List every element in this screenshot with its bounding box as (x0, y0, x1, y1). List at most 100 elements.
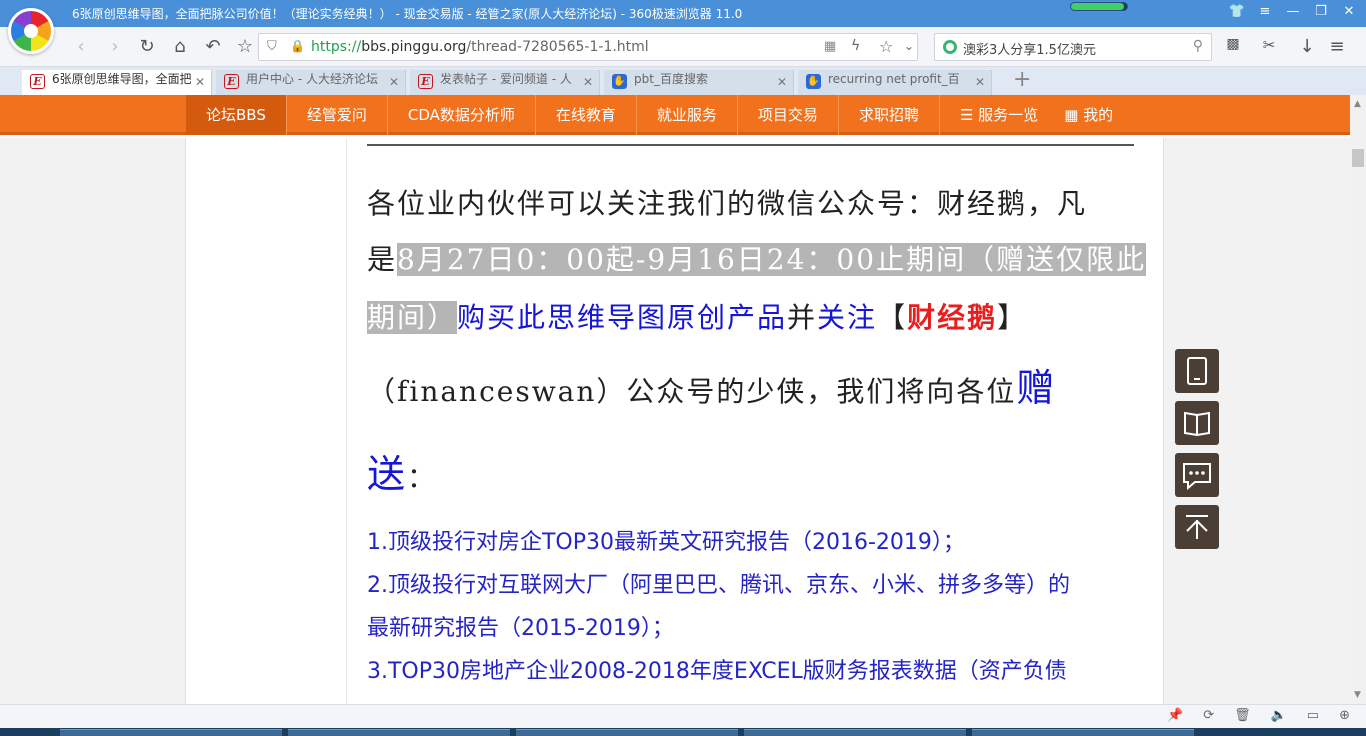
nav-mine[interactable]: ▦ 我的 (1058, 95, 1133, 135)
article-line-5: 送： (367, 452, 438, 496)
search-box[interactable]: 澳彩3人分享1.5亿澳元 ⚲ (934, 33, 1212, 61)
nav-cda[interactable]: CDA数据分析师 (386, 95, 535, 135)
shield-icon[interactable]: ⛉ (267, 39, 277, 54)
tab-label: pbt_百度搜索 (634, 72, 708, 86)
nav-bbs[interactable]: 论坛BBS (186, 95, 286, 135)
refresh-circle-icon[interactable]: ⟳ (1203, 708, 1214, 723)
trash-icon[interactable]: 🗑 (1234, 708, 1251, 723)
nav-project-trade[interactable]: 项目交易 (736, 95, 838, 135)
article-line-4: （financeswan）公众号的少侠，我们将向各位赠 (367, 366, 1057, 410)
reload-icon[interactable]: ↻ (136, 36, 158, 57)
tab-1[interactable]: E 用户中心 - 人大经济论坛 ✕ (216, 70, 406, 95)
taskbar-item[interactable] (972, 729, 1194, 736)
list-icon: ☰ (959, 106, 979, 124)
back-icon[interactable]: ‹ (70, 36, 92, 57)
taskbar-item[interactable] (60, 729, 282, 736)
address-bar[interactable]: ⛉ 🔒 https://bbs.pinggu.org/thread-728056… (258, 33, 918, 61)
volume-icon[interactable]: 🔈 (1271, 708, 1287, 723)
article-line-3: 期间）购买此思维导图原创产品并关注【财经鹅】 (367, 301, 1028, 334)
close-tab-icon[interactable]: ✕ (578, 75, 593, 89)
url-text[interactable]: https://bbs.pinggu.org/thread-7280565-1-… (311, 39, 649, 55)
window-icon[interactable]: ▭ (1307, 708, 1319, 723)
author-column (186, 138, 347, 704)
scroll-up-icon[interactable]: ▲ (1354, 99, 1361, 109)
tab-2[interactable]: E 发表帖子 - 爱问频道 - 人 ✕ (410, 70, 600, 95)
close-tab-icon[interactable]: ✕ (190, 75, 205, 89)
book-icon (1184, 411, 1210, 437)
menu-icon[interactable]: ≡ (1256, 4, 1274, 19)
taskbar-item[interactable] (744, 729, 966, 736)
home-icon[interactable]: ⌂ (169, 36, 191, 57)
search-icon[interactable]: ⚲ (1193, 38, 1203, 54)
chevron-down-icon[interactable]: ⌄ (904, 39, 914, 53)
chat-icon (1183, 463, 1211, 491)
maximize-button[interactable]: ❐ (1312, 4, 1330, 19)
window-titlebar: 6张原创思维导图，全面把脉公司价值！（理论实务经典！） - 现金交易版 - 经管… (0, 0, 1366, 27)
tab-label: 发表帖子 - 爱问频道 - 人 (440, 72, 572, 86)
back-to-top-icon (1186, 515, 1208, 539)
search-input[interactable]: 澳彩3人分享1.5亿澳元 (963, 39, 1096, 58)
scissors-icon[interactable]: ✂ (1258, 36, 1280, 54)
search-engine-icon[interactable] (943, 40, 957, 54)
os-taskbar (0, 728, 1366, 736)
apps-icon[interactable]: ▩ (1222, 36, 1244, 52)
close-tab-icon[interactable]: ✕ (772, 75, 787, 89)
gift-list-item: 1.顶级投行对房企TOP30最新英文研究报告（2016-2019）； (367, 530, 965, 555)
page-scrollbar[interactable]: ▲ ▼ (1350, 95, 1366, 704)
grid-icon: ▦ (1064, 106, 1084, 124)
main-menu-icon[interactable]: ≡ (1326, 36, 1348, 57)
site-favicon-icon: E (418, 74, 433, 89)
forward-icon[interactable]: › (104, 36, 126, 57)
favorite-icon[interactable]: ☆ (234, 36, 256, 57)
baidu-paw-icon: ✋ (612, 74, 627, 89)
close-tab-icon[interactable]: ✕ (384, 75, 399, 89)
qr-code-icon[interactable]: ▦ (824, 39, 836, 54)
loading-progress (1070, 2, 1128, 11)
undo-close-icon[interactable]: ↶ (202, 36, 224, 57)
navigation-bar: ‹ › ↻ ⌂ ↶ ☆ ⛉ 🔒 https://bbs.pinggu.org/t… (0, 27, 1366, 67)
site-favicon-icon: E (30, 74, 45, 89)
bookmark-star-icon[interactable]: ☆ (879, 37, 893, 56)
skin-icon[interactable]: 👕 (1228, 4, 1246, 19)
window-controls: 👕 ≡ — ❐ ✕ (1228, 4, 1358, 19)
mobile-view-button[interactable] (1175, 349, 1219, 393)
read-mode-button[interactable] (1175, 401, 1219, 445)
minimize-button[interactable]: — (1284, 4, 1302, 19)
site-nav-bar: 论坛BBS 经管爱问 CDA数据分析师 在线教育 就业服务 项目交易 求职招聘 … (0, 95, 1366, 135)
nav-services[interactable]: ☰ 服务一览 (938, 95, 1058, 135)
site-favicon-icon: E (224, 74, 239, 89)
scroll-thumb[interactable] (1352, 149, 1364, 167)
post-panel: 各位业内伙伴可以关注我们的微信公众号：财经鹅，凡 是8月27日0：00起-9月1… (185, 138, 1164, 704)
lightning-icon[interactable]: ϟ (851, 38, 860, 54)
zoom-icon[interactable]: ⊕ (1339, 708, 1350, 723)
nav-online-education[interactable]: 在线教育 (534, 95, 636, 135)
article-line-2: 是8月27日0：00起-9月16日24：00止期间（赠送仅限此 (367, 243, 1147, 276)
new-tab-button[interactable]: + (1013, 67, 1031, 92)
floating-toolbar (1175, 349, 1219, 557)
gift-list-item: 2.顶级投行对互联网大厂（阿里巴巴、腾讯、京东、小米、拼多多等）的 (367, 573, 1070, 598)
taskbar-item[interactable] (516, 729, 738, 736)
window-title: 6张原创思维导图，全面把脉公司价值！（理论实务经典！） - 现金交易版 - 经管… (72, 7, 743, 21)
page-content: 各位业内伙伴可以关注我们的微信公众号：财经鹅，凡 是8月27日0：00起-9月1… (0, 138, 1350, 704)
download-icon[interactable]: ↓ (1296, 36, 1318, 57)
pin-icon[interactable]: 📌 (1167, 708, 1183, 723)
close-tab-icon[interactable]: ✕ (970, 75, 985, 89)
taskbar-item[interactable] (288, 729, 510, 736)
tab-0[interactable]: E 6张原创思维导图，全面把 ✕ (22, 70, 212, 95)
lock-icon: 🔒 (290, 39, 305, 53)
tab-4[interactable]: ✋ recurring net profit_百 ✕ (798, 70, 992, 95)
nav-ask[interactable]: 经管爱问 (285, 95, 387, 135)
baidu-paw-icon: ✋ (806, 74, 821, 89)
gift-list-item: 最新研究报告（2015-2019）； (367, 616, 674, 641)
tab-3[interactable]: ✋ pbt_百度搜索 ✕ (604, 70, 794, 95)
tab-label: 6张原创思维导图，全面把 (52, 72, 192, 86)
nav-jobs[interactable]: 求职招聘 (837, 95, 939, 135)
close-button[interactable]: ✕ (1340, 4, 1358, 19)
tab-label: 用户中心 - 人大经济论坛 (246, 72, 378, 86)
previous-line-cut (367, 138, 1134, 146)
nav-employment[interactable]: 就业服务 (635, 95, 737, 135)
back-to-top-button[interactable] (1175, 505, 1219, 549)
scroll-down-icon[interactable]: ▼ (1354, 690, 1361, 700)
browser-logo-icon[interactable] (8, 8, 54, 54)
comment-button[interactable] (1175, 453, 1219, 497)
